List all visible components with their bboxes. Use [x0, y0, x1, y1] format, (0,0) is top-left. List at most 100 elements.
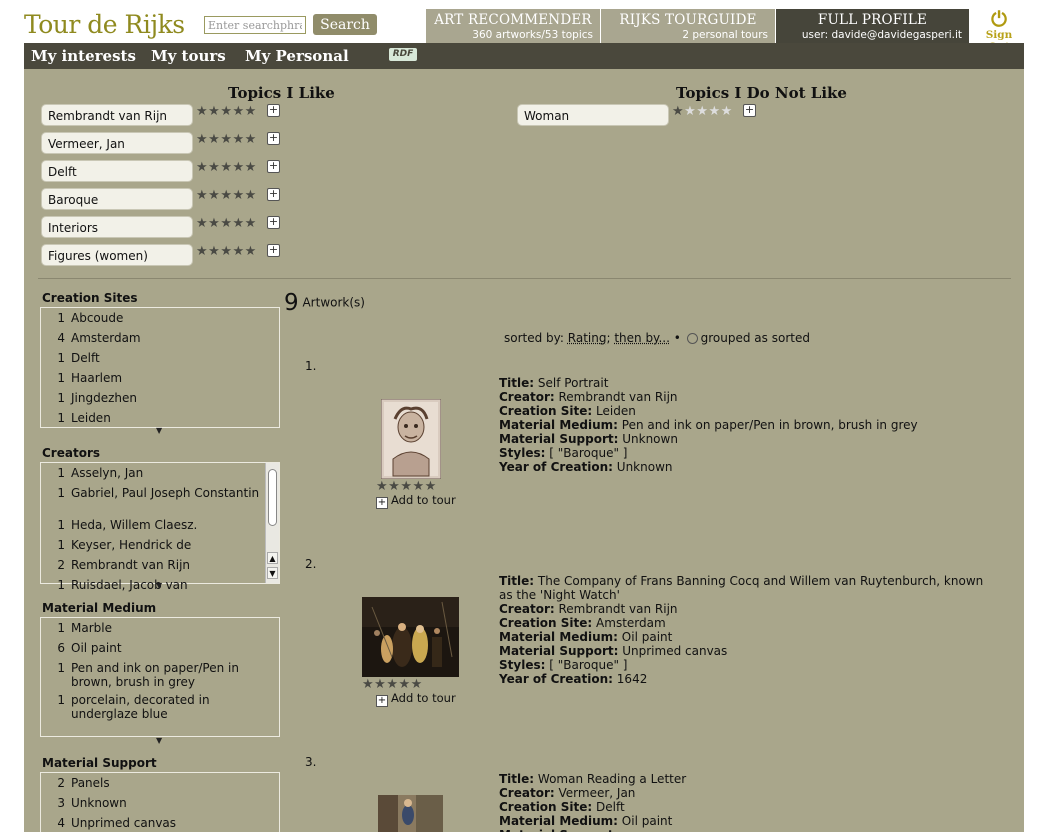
add-topic-plus-icon[interactable]: +	[267, 188, 280, 201]
star-icon[interactable]: ★	[374, 677, 386, 692]
star-icon[interactable]: ★	[208, 160, 220, 175]
star-icon[interactable]: ★	[196, 188, 208, 203]
facet-row[interactable]: 1 Heda, Willem Claesz.	[41, 515, 279, 535]
add-topic-plus-icon[interactable]: +	[267, 244, 280, 257]
topic-chip[interactable]: Figures (women)	[41, 244, 193, 266]
topic-chip[interactable]: Woman	[517, 104, 669, 126]
facet-scrollbar[interactable]: ▲ ▼	[265, 463, 279, 583]
star-icon[interactable]: ★	[208, 244, 220, 259]
star-icon[interactable]: ★	[220, 104, 232, 119]
nav-my-interests[interactable]: My interests	[31, 47, 136, 65]
star-icon[interactable]: ★	[362, 677, 374, 692]
star-icon[interactable]: ★	[411, 677, 423, 692]
star-icon[interactable]: ★	[232, 160, 244, 175]
scroll-up-icon[interactable]: ▲	[267, 552, 278, 564]
star-icon[interactable]: ★	[232, 104, 244, 119]
star-icon[interactable]: ★	[220, 216, 232, 231]
facet-row[interactable]: 2 Panels	[41, 773, 279, 793]
star-icon[interactable]: ★	[208, 104, 220, 119]
topic-rating-stars[interactable]: ★★★★★	[196, 189, 257, 202]
facet-row[interactable]: 3 Unknown	[41, 793, 279, 813]
facet-row[interactable]: 1 Haarlem	[41, 368, 279, 388]
star-icon[interactable]: ★	[412, 479, 424, 494]
facet-row[interactable]: 1 Leiden	[41, 408, 279, 428]
grouped-radio[interactable]	[686, 333, 698, 344]
facet-row[interactable]: 1 porcelain, decorated in underglaze blue	[41, 690, 279, 722]
sort-then-link[interactable]: then by...	[614, 331, 670, 345]
star-icon[interactable]: ★	[208, 132, 220, 147]
topic-chip[interactable]: Delft	[41, 160, 193, 182]
facet-row[interactable]: 1 Keyser, Hendrick de	[41, 535, 279, 555]
app-logo[interactable]: Tour de Rijks	[24, 10, 185, 39]
star-icon[interactable]: ★	[425, 479, 437, 494]
star-icon[interactable]: ★	[220, 160, 232, 175]
facet-row[interactable]: 4 Amsterdam	[41, 328, 279, 348]
star-icon[interactable]: ★	[245, 132, 257, 147]
star-icon[interactable]: ★	[708, 104, 720, 119]
star-icon[interactable]: ★	[672, 104, 684, 119]
star-icon[interactable]: ★	[196, 132, 208, 147]
artwork-rating-stars[interactable]: ★★★★★	[376, 480, 437, 493]
add-topic-plus-icon[interactable]: +	[267, 160, 280, 173]
add-topic-plus-icon[interactable]: +	[267, 104, 280, 117]
artwork-title[interactable]: Self Portrait	[538, 376, 609, 390]
star-icon[interactable]: ★	[220, 132, 232, 147]
star-icon[interactable]: ★	[232, 132, 244, 147]
search-button[interactable]: Search	[313, 14, 377, 35]
star-icon[interactable]: ★	[196, 160, 208, 175]
facet-row[interactable]: 1 Gabriel, Paul Joseph Constantin	[41, 483, 279, 515]
rdf-badge[interactable]: RDF	[389, 48, 417, 61]
star-icon[interactable]: ★	[196, 104, 208, 119]
add-topic-plus-icon[interactable]: +	[267, 132, 280, 145]
star-icon[interactable]: ★	[388, 479, 400, 494]
facet-row[interactable]: 2 Rembrandt van Rijn	[41, 555, 279, 575]
star-icon[interactable]: ★	[245, 244, 257, 259]
star-icon[interactable]: ★	[245, 216, 257, 231]
topic-rating-stars[interactable]: ★★★★★	[196, 161, 257, 174]
topic-rating-stars[interactable]: ★★★★★	[196, 133, 257, 146]
topic-rating-stars[interactable]: ★★★★★	[672, 105, 733, 118]
star-icon[interactable]: ★	[245, 104, 257, 119]
add-topic-plus-icon[interactable]: +	[743, 104, 756, 117]
artwork-title[interactable]: The Company of Frans Banning Cocq and Wi…	[499, 574, 983, 602]
expand-arrow-icon[interactable]: ▼	[156, 426, 162, 435]
artwork-rating-stars[interactable]: ★★★★★	[362, 678, 423, 691]
artwork-thumbnail[interactable]	[362, 597, 459, 677]
facet-row[interactable]: 1 Abcoude	[41, 308, 279, 328]
add-topic-plus-icon[interactable]: +	[267, 216, 280, 229]
expand-arrow-icon[interactable]: ▼	[156, 581, 162, 590]
star-icon[interactable]: ★	[232, 216, 244, 231]
artwork-title[interactable]: Woman Reading a Letter	[538, 772, 686, 786]
star-icon[interactable]: ★	[232, 244, 244, 259]
star-icon[interactable]: ★	[245, 160, 257, 175]
star-icon[interactable]: ★	[245, 188, 257, 203]
star-icon[interactable]: ★	[696, 104, 708, 119]
add-to-tour-button[interactable]: + Add to tour	[376, 691, 456, 707]
nav-my-tours[interactable]: My tours	[151, 47, 226, 65]
nav-my-personal[interactable]: My Personal	[245, 47, 349, 65]
star-icon[interactable]: ★	[196, 216, 208, 231]
star-icon[interactable]: ★	[386, 677, 398, 692]
facet-row[interactable]: 1 Marble	[41, 618, 279, 638]
topic-rating-stars[interactable]: ★★★★★	[196, 217, 257, 230]
star-icon[interactable]: ★	[208, 216, 220, 231]
artwork-thumbnail[interactable]	[378, 795, 443, 832]
topic-chip[interactable]: Interiors	[41, 216, 193, 238]
star-icon[interactable]: ★	[684, 104, 696, 119]
sort-key-link[interactable]: Rating	[568, 331, 607, 345]
facet-row[interactable]: 6 Oil paint	[41, 638, 279, 658]
facet-row[interactable]: 4 Unprimed canvas	[41, 813, 279, 832]
star-icon[interactable]: ★	[376, 479, 388, 494]
expand-arrow-icon[interactable]: ▼	[156, 736, 162, 745]
facet-row[interactable]: 1 Asselyn, Jan	[41, 463, 279, 483]
artwork-thumbnail[interactable]	[380, 398, 442, 480]
star-icon[interactable]: ★	[220, 244, 232, 259]
facet-row[interactable]: 1 Jingdezhen	[41, 388, 279, 408]
search-input[interactable]	[204, 16, 306, 34]
tab-rijks-tourguide[interactable]: RIJKS TOURGUIDE 2 personal tours	[601, 9, 775, 43]
tab-art-recommender[interactable]: ART RECOMMENDER 360 artworks/53 topics	[426, 9, 600, 43]
facet-row[interactable]: 1 Pen and ink on paper/Pen in brown, brus…	[41, 658, 279, 690]
scrollbar-thumb[interactable]	[268, 469, 277, 526]
tab-full-profile[interactable]: FULL PROFILE user: davide@davidegasperi.…	[776, 9, 969, 43]
star-icon[interactable]: ★	[400, 479, 412, 494]
